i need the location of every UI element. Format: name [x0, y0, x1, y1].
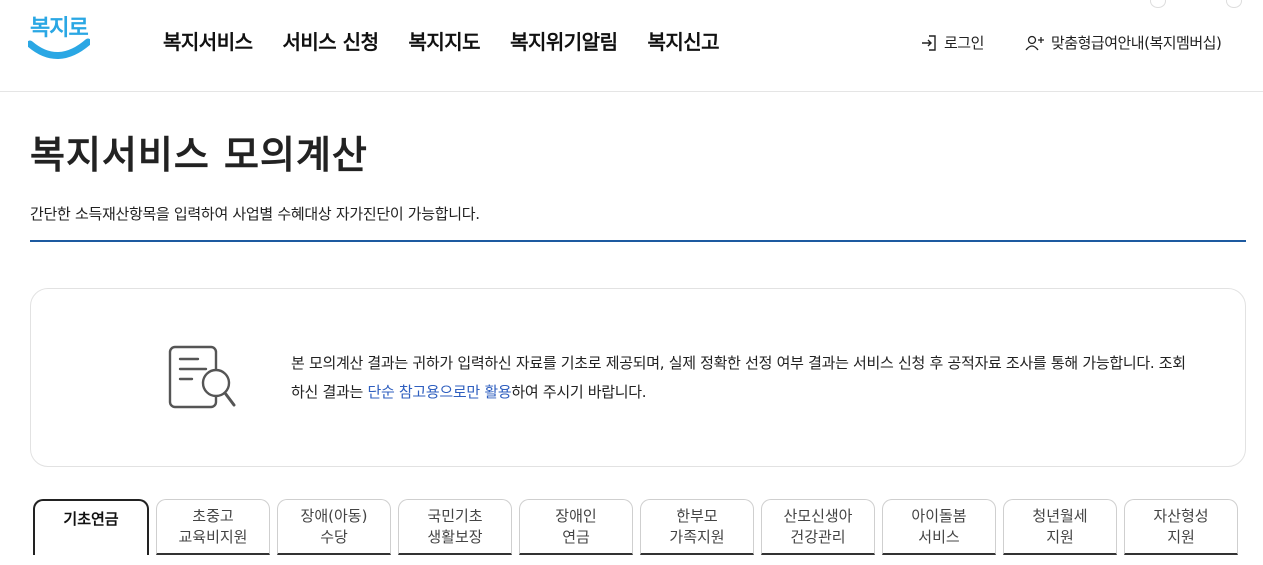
- notice-highlight: 단순 참고용으로만 활용: [367, 383, 512, 401]
- corner-decoration: [1150, 0, 1166, 8]
- login-icon: [922, 34, 936, 51]
- tab-label-line2: 생활보장: [427, 527, 483, 546]
- document-search-icon: [168, 345, 236, 409]
- main-nav: 복지서비스 서비스 신청 복지지도 복지위기알림 복지신고: [163, 26, 749, 55]
- nav-item-welfare-report[interactable]: 복지신고: [647, 26, 719, 55]
- tab-label: 기초연금: [63, 510, 119, 528]
- site-logo[interactable]: 복지로: [28, 10, 90, 64]
- tab-label-line1: 장애인: [555, 506, 597, 525]
- nav-item-crisis-alert[interactable]: 복지위기알림: [510, 26, 618, 55]
- tab-label-line1: 산모신생아: [783, 506, 853, 525]
- tab-label-line2: 건강관리: [790, 527, 846, 546]
- membership-label: 맞춤형급여안내(복지멤버십): [1051, 34, 1222, 52]
- tab-label-line2: 교육비지원: [178, 527, 248, 546]
- calculator-tabs: 기초연금 초중고교육비지원 장애(아동) 수당 국민기초생활보장 장애인연금 한부…: [33, 499, 1245, 555]
- tab-maternal-newborn[interactable]: 산모신생아건강관리: [761, 499, 875, 555]
- tab-child-care[interactable]: 아이돌봄서비스: [882, 499, 996, 555]
- tab-label-line1: 초중고: [192, 506, 234, 525]
- nav-item-welfare-map[interactable]: 복지지도: [408, 26, 480, 55]
- tab-label-line1: 장애(아동): [300, 506, 368, 525]
- notice-box: 본 모의계산 결과는 귀하가 입력하신 자료를 기초로 제공되며, 실제 정확한…: [30, 288, 1246, 467]
- tab-education-support[interactable]: 초중고교육비지원: [156, 499, 270, 555]
- tab-label-line2: 수당: [320, 527, 348, 546]
- tab-disability-allowance[interactable]: 장애(아동) 수당: [277, 499, 391, 555]
- tab-label-line2: 연금: [562, 527, 590, 546]
- tab-asset-building[interactable]: 자산형성지원: [1124, 499, 1238, 555]
- tab-label-line2: 서비스: [918, 527, 960, 546]
- tab-label-line1: 자산형성: [1153, 506, 1209, 525]
- corner-decoration: [1226, 0, 1242, 8]
- tab-label-line1: 아이돌봄: [911, 506, 967, 525]
- nav-item-service-apply[interactable]: 서비스 신청: [283, 26, 379, 55]
- tab-youth-rent[interactable]: 청년월세지원: [1003, 499, 1117, 555]
- tab-label-line2: 지원: [1167, 527, 1195, 546]
- login-label: 로그인: [944, 34, 984, 52]
- tab-basic-pension[interactable]: 기초연금: [33, 499, 149, 555]
- site-header: 복지로 복지서비스 서비스 신청 복지지도 복지위기알림 복지신고 로그인 맞춤…: [0, 0, 1263, 92]
- tab-label-line2: 지원: [1046, 527, 1074, 546]
- page-description: 간단한 소득재산항목을 입력하여 사업별 수혜대상 자가진단이 가능합니다.: [30, 205, 480, 223]
- tab-single-parent[interactable]: 한부모가족지원: [640, 499, 754, 555]
- tab-label-line1: 국민기초: [427, 506, 483, 525]
- tab-label-line1: 청년월세: [1032, 506, 1088, 525]
- nav-item-welfare-service[interactable]: 복지서비스: [163, 26, 253, 55]
- tab-label-line2: 가족지원: [669, 527, 725, 546]
- user-add-icon: [1025, 35, 1044, 50]
- title-divider: [30, 240, 1246, 242]
- notice-text: 본 모의계산 결과는 귀하가 입력하신 자료를 기초로 제공되며, 실제 정확한…: [291, 349, 1191, 407]
- page-title: 복지서비스 모의계산: [30, 133, 368, 177]
- tab-disability-pension[interactable]: 장애인연금: [519, 499, 633, 555]
- membership-link[interactable]: 맞춤형급여안내(복지멤버십): [1025, 32, 1222, 53]
- notice-text-end: 하여 주시기 바랍니다.: [511, 383, 647, 401]
- login-link[interactable]: 로그인: [920, 32, 984, 53]
- logo-smile-icon: [28, 38, 90, 59]
- tab-basic-livelihood[interactable]: 국민기초생활보장: [398, 499, 512, 555]
- tab-label-line1: 한부모: [676, 506, 718, 525]
